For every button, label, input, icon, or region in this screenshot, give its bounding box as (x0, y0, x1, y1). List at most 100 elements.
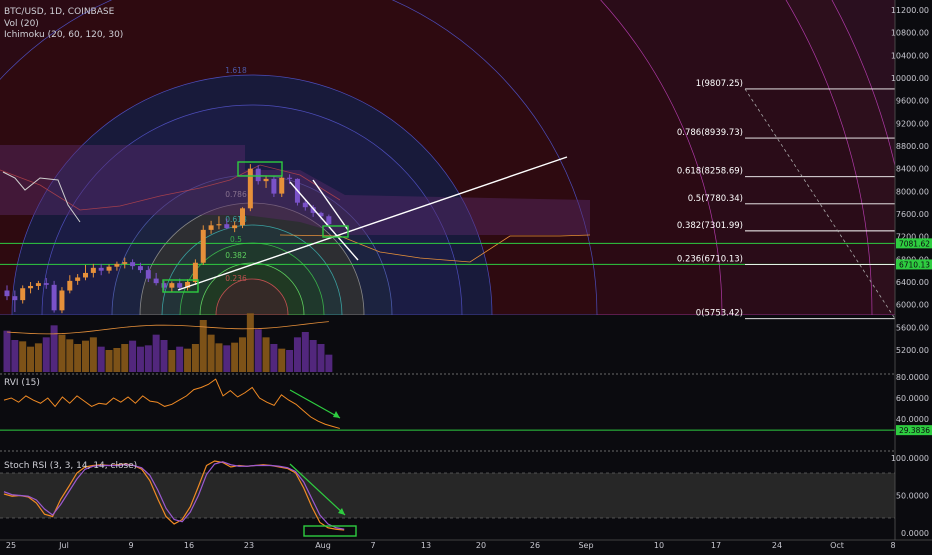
candle-body[interactable] (75, 277, 81, 281)
rvi-axis-tick: 60.0000 (896, 394, 929, 403)
volume-bar (168, 350, 176, 372)
fib-level-label: 0.618(8258.69) (677, 167, 743, 177)
candle-body[interactable] (137, 266, 143, 271)
volume-bar (3, 330, 11, 372)
chart-title: BTC/USD, 1D, COINBASE (4, 7, 115, 17)
candle-body[interactable] (302, 202, 308, 208)
time-axis-tick: Jul (58, 541, 69, 550)
volume-bar (278, 348, 286, 372)
volume-bar (34, 343, 42, 372)
candle-body[interactable] (200, 229, 206, 263)
time-axis-tick: Oct (830, 541, 844, 550)
price-axis-tick: 11200.00 (891, 6, 929, 15)
chart-canvas[interactable]: 1.6180.7860.6180.50.3820.236 1(9807.25)0… (0, 0, 932, 550)
volume-bar (262, 337, 270, 372)
volume-bars (0, 313, 895, 373)
candle-body[interactable] (145, 270, 151, 279)
volume-bar (254, 329, 262, 372)
volume-indicator-label[interactable]: Vol (20) (4, 19, 39, 29)
stoch-rsi-indicator-label[interactable]: Stoch RSI (3, 3, 14, 14, close) (4, 461, 137, 471)
volume-bar (293, 337, 301, 372)
volume-bar (207, 334, 215, 372)
candle-body[interactable] (4, 290, 10, 297)
time-axis-tick: 26 (530, 541, 540, 550)
candle-body[interactable] (271, 178, 277, 194)
candle-body[interactable] (326, 216, 332, 225)
stoch-band (0, 473, 895, 518)
candle-body[interactable] (169, 283, 175, 288)
candle-body[interactable] (20, 288, 26, 301)
volume-bar (66, 339, 74, 372)
volume-bar (50, 325, 58, 372)
volume-bar (286, 350, 294, 372)
volume-bar (191, 344, 199, 372)
candle-body[interactable] (122, 262, 128, 264)
candle-body[interactable] (35, 283, 41, 286)
candle-body[interactable] (59, 290, 65, 311)
ichimoku-indicator-label[interactable]: Ichimoku (20, 60, 120, 30) (4, 30, 123, 40)
stoch-axis-tick: 100.0000 (891, 454, 929, 463)
volume-bar (325, 354, 333, 372)
candle-body[interactable] (232, 225, 238, 229)
candle-body[interactable] (153, 278, 159, 284)
volume-bar (74, 344, 82, 372)
candle-body[interactable] (130, 262, 136, 267)
volume-bar (82, 340, 89, 372)
candle-body[interactable] (43, 283, 49, 285)
fib-level-label: 0.382(7301.99) (677, 221, 743, 231)
volume-bar (129, 340, 137, 372)
volume-bar (246, 313, 254, 372)
volume-bar (270, 344, 278, 372)
price-axis-tick: 10800.00 (891, 29, 929, 38)
time-axis-tick: 8 (890, 541, 895, 550)
candle-body[interactable] (177, 283, 183, 288)
price-axis-tick: 8000.00 (896, 187, 929, 196)
candle-body[interactable] (114, 263, 120, 267)
candle-body[interactable] (192, 262, 198, 282)
volume-bar (42, 337, 50, 372)
price-axis-tick: 5600.00 (896, 323, 929, 332)
candle-body[interactable] (224, 224, 230, 229)
candle-body[interactable] (263, 178, 269, 182)
candle-body[interactable] (161, 283, 167, 288)
candle-body[interactable] (67, 280, 73, 291)
candle-body[interactable] (208, 225, 214, 230)
fib-level-label: 0.786(8939.73) (677, 128, 743, 138)
trading-chart[interactable]: 1.618 0.786 0.618 0.5 0.382 0.236 1(9807.25) 0… (0, 0, 932, 550)
volume-bar (223, 345, 231, 372)
candle-body[interactable] (216, 224, 222, 226)
candle-body[interactable] (279, 177, 285, 194)
price-axis-tick: 7600.00 (896, 210, 929, 219)
candle-body[interactable] (255, 168, 261, 182)
volume-bar (184, 348, 192, 372)
time-axis-tick: 9 (128, 541, 133, 550)
candle-body[interactable] (51, 284, 57, 311)
volume-bar (239, 337, 246, 372)
volume-bar (121, 344, 129, 372)
volume-bar (160, 340, 168, 372)
volume-bar (58, 334, 66, 372)
candle-body[interactable] (12, 296, 18, 301)
time-axis-tick: 17 (711, 541, 721, 550)
candle-body[interactable] (240, 208, 245, 226)
candle-body[interactable] (98, 267, 104, 271)
time-axis-tick: Aug (315, 541, 331, 550)
price-axis-tick: 8400.00 (896, 165, 929, 174)
fib-arc-label: 1.618 (225, 66, 247, 75)
candle-body[interactable] (83, 272, 88, 278)
fib-arc-label: 0.236 (225, 274, 247, 283)
rvi-axis-tick: 80.0000 (896, 373, 929, 382)
volume-bar (136, 346, 144, 372)
volume-bar (19, 341, 27, 372)
candle-body[interactable] (28, 285, 34, 289)
volume-bar (176, 346, 184, 372)
fib-level-label: 0.236(6710.13) (677, 254, 743, 264)
fib-arc-label: 0.5 (230, 235, 242, 244)
rvi-indicator-label[interactable]: RVI (15) (4, 378, 40, 388)
candle-body[interactable] (287, 177, 293, 179)
candle-body[interactable] (90, 267, 96, 273)
time-axis-tick: 20 (476, 541, 486, 550)
candle-body[interactable] (247, 168, 253, 209)
price-axis-tick: 9200.00 (896, 119, 929, 128)
candle-body[interactable] (106, 266, 112, 271)
